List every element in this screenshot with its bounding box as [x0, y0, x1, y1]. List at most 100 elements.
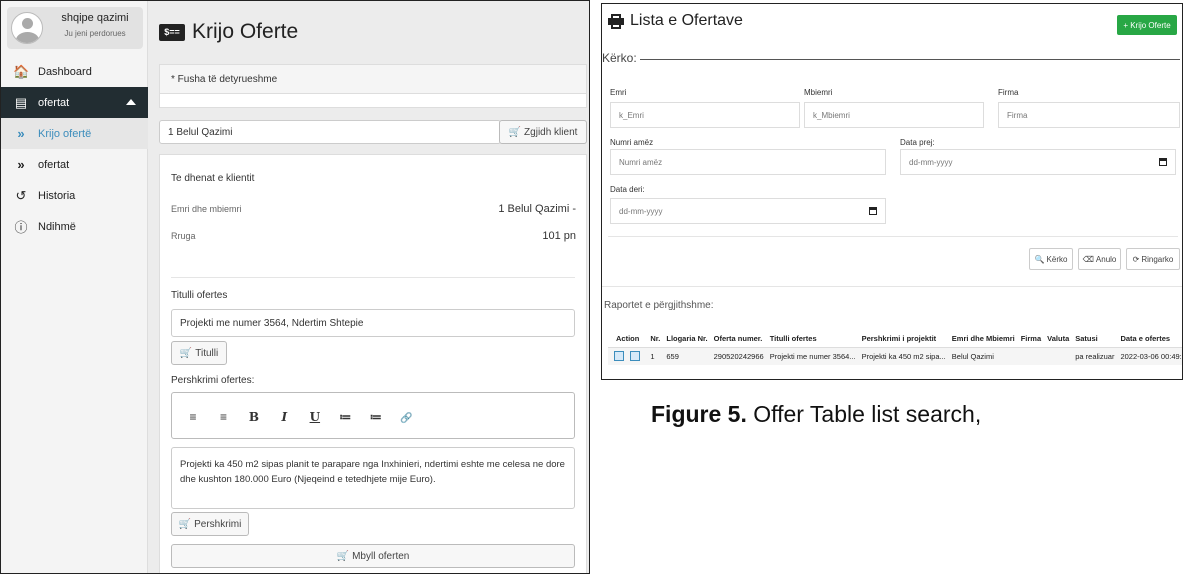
client-street-value: 101 pn [542, 230, 576, 242]
sidebar: shqipe qazimi Ju jeni perdorues 🏠 Dashbo… [1, 1, 148, 573]
link-icon[interactable]: 🔗 [397, 413, 415, 424]
cart-icon: 🛒 [336, 550, 350, 562]
cart-icon: 🛒 [178, 518, 192, 530]
table-row[interactable]: 1 659 290520242966 Projekti me numer 356… [608, 346, 1182, 365]
client-street-label: Rruga [171, 231, 196, 241]
user-panel: shqipe qazimi Ju jeni perdorues [7, 7, 143, 49]
table-header[interactable]: Action [608, 331, 647, 347]
table-cell: Projekti ka 450 m2 sipa... [858, 346, 949, 365]
search-button[interactable]: 🔍 Kërko [1029, 248, 1073, 270]
table-header[interactable]: Satusi [1072, 331, 1117, 347]
sidebar-item-label: ofertat [38, 158, 70, 171]
client-name-label: Emri dhe mbiemri [171, 204, 242, 214]
last-name-input[interactable]: k_Mbiemri [804, 102, 984, 128]
double-chevron-right-icon: » [17, 157, 25, 172]
caret-up-icon [126, 99, 136, 105]
reload-button[interactable]: ⟳ Ringarko [1126, 248, 1180, 270]
client-field[interactable]: 1 Belul Qazimi [159, 120, 501, 144]
page-title: Lista e Ofertave [608, 12, 743, 30]
table-header-row: Action Nr. Llogaria Nr. Oferta numer. Ti… [608, 331, 1182, 347]
page-title: $== Krijo Oferte [159, 20, 298, 44]
table-header[interactable]: Emri dhe Mbiemri [949, 331, 1018, 347]
description-input[interactable]: Projekti ka 450 m2 sipas planit te parap… [171, 447, 575, 509]
search-legend: Kërko: [602, 51, 637, 65]
double-chevron-right-icon: » [17, 126, 25, 141]
table-header[interactable]: Data e ofertes [1117, 331, 1182, 347]
description-button[interactable]: 🛒 Pershkrimi [171, 512, 249, 536]
spacer-panel [159, 94, 587, 108]
client-name-value: 1 Belul Qazimi - [498, 203, 576, 215]
table-header[interactable]: Firma [1018, 331, 1044, 347]
date-to-input[interactable]: dd-mm-yyyy [610, 198, 886, 224]
create-offer-screen: shqipe qazimi Ju jeni perdorues 🏠 Dashbo… [0, 0, 590, 574]
number-input[interactable]: Numri amëz [610, 149, 886, 175]
number-label: Numri amëz [610, 138, 654, 147]
table-header[interactable]: Pershkrimi i projektit [859, 331, 949, 347]
sidebar-item-label: Ndihmë [38, 220, 76, 233]
avatar [11, 12, 43, 44]
sidebar-item-historia[interactable]: ↺ Historia [1, 180, 148, 211]
unordered-list-icon[interactable]: ≔ [367, 410, 385, 424]
table-header[interactable]: Llogaria Nr. [663, 331, 710, 347]
date-to-label: Data deri: [610, 185, 645, 194]
title-button[interactable]: 🛒 Titulli [171, 341, 227, 365]
page-title-text: Krijo Oferte [192, 20, 299, 43]
home-icon: 🏠 [13, 63, 30, 79]
calendar-icon [1159, 158, 1167, 166]
info-icon: ⓘ [14, 220, 28, 235]
backspace-icon: ⌫ [1082, 254, 1094, 264]
table-header[interactable]: Titulli ofertes [767, 331, 859, 347]
sidebar-item-dashboard[interactable]: 🏠 Dashboard [1, 56, 148, 87]
calendar-icon [869, 207, 877, 215]
divider [602, 286, 1182, 287]
table-header[interactable]: Valuta [1044, 331, 1072, 347]
offer-title-label: Titulli ofertes [171, 290, 228, 301]
cancel-button[interactable]: ⌫ Anulo [1078, 248, 1121, 270]
date-from-input[interactable]: dd-mm-yyyy [900, 149, 1176, 175]
editor-toolbar: ≡ ≡ B I U ≔ ≔ 🔗 [171, 392, 575, 439]
figure-text: Offer Table list search, [753, 401, 982, 427]
create-offer-button[interactable]: + Krijo Oferte [1117, 15, 1177, 35]
table-cell: 290520242966 [710, 346, 767, 365]
divider [608, 236, 1178, 237]
align-left-icon[interactable]: ≡ [184, 410, 202, 424]
search-icon: 🔍 [1034, 254, 1045, 264]
company-label: Firma [998, 88, 1019, 97]
reports-title: Raportet e përgjithshme: [604, 300, 714, 311]
printer-icon [608, 13, 624, 29]
italic-icon[interactable]: I [275, 410, 293, 424]
sidebar-item-ndihme[interactable]: ⓘ Ndihmë [1, 211, 148, 242]
sidebar-item-label: Krijo ofertë [38, 127, 92, 140]
sidebar-item-ofertat-list[interactable]: » ofertat [1, 149, 148, 180]
view-icon[interactable] [614, 351, 624, 362]
table-cell: Projekti me numer 3564... [766, 346, 859, 365]
choose-client-button[interactable]: 🛒 Zgjidh klient [499, 120, 587, 144]
user-role: Ju jeni perdorues [64, 29, 126, 38]
sidebar-item-ofertat[interactable]: ▤ ofertat [1, 87, 148, 118]
history-icon: ↺ [15, 187, 27, 203]
sidebar-item-label: Dashboard [38, 65, 92, 78]
underline-icon[interactable]: U [306, 410, 324, 424]
client-section-title: Te dhenat e klientit [171, 173, 255, 184]
edit-icon[interactable] [630, 351, 640, 362]
table-cell: 2022-03-06 00:49:37 [1117, 346, 1182, 365]
align-center-icon[interactable]: ≡ [214, 410, 232, 424]
ordered-list-icon[interactable]: ≔ [336, 410, 354, 424]
first-name-label: Emri [610, 88, 627, 97]
company-input[interactable]: Firma [998, 102, 1180, 128]
table-header[interactable]: Nr. [647, 331, 663, 347]
first-name-input[interactable]: k_Emri [610, 102, 800, 128]
main-content: $== Krijo Oferte * Fusha të detyrueshme … [149, 1, 589, 573]
offer-title-input[interactable]: Projekti me numer 3564, Ndertim Shtepie [171, 309, 575, 337]
money-icon: $== [159, 23, 185, 41]
close-offer-button[interactable]: 🛒 Mbyll oferten [171, 544, 575, 568]
bold-icon[interactable]: B [245, 410, 263, 424]
date-from-label: Data prej: [900, 138, 935, 147]
offers-table: Action Nr. Llogaria Nr. Oferta numer. Ti… [608, 331, 1182, 365]
sidebar-item-krijo-oferte[interactable]: » Krijo ofertë [1, 118, 148, 149]
action-cell [608, 346, 648, 365]
figure-caption: Figure 5. Offer Table list search, [651, 401, 981, 428]
cart-icon: 🛒 [508, 126, 522, 138]
user-name: shqipe qazimi [61, 12, 129, 24]
table-header[interactable]: Oferta numer. [711, 331, 767, 347]
